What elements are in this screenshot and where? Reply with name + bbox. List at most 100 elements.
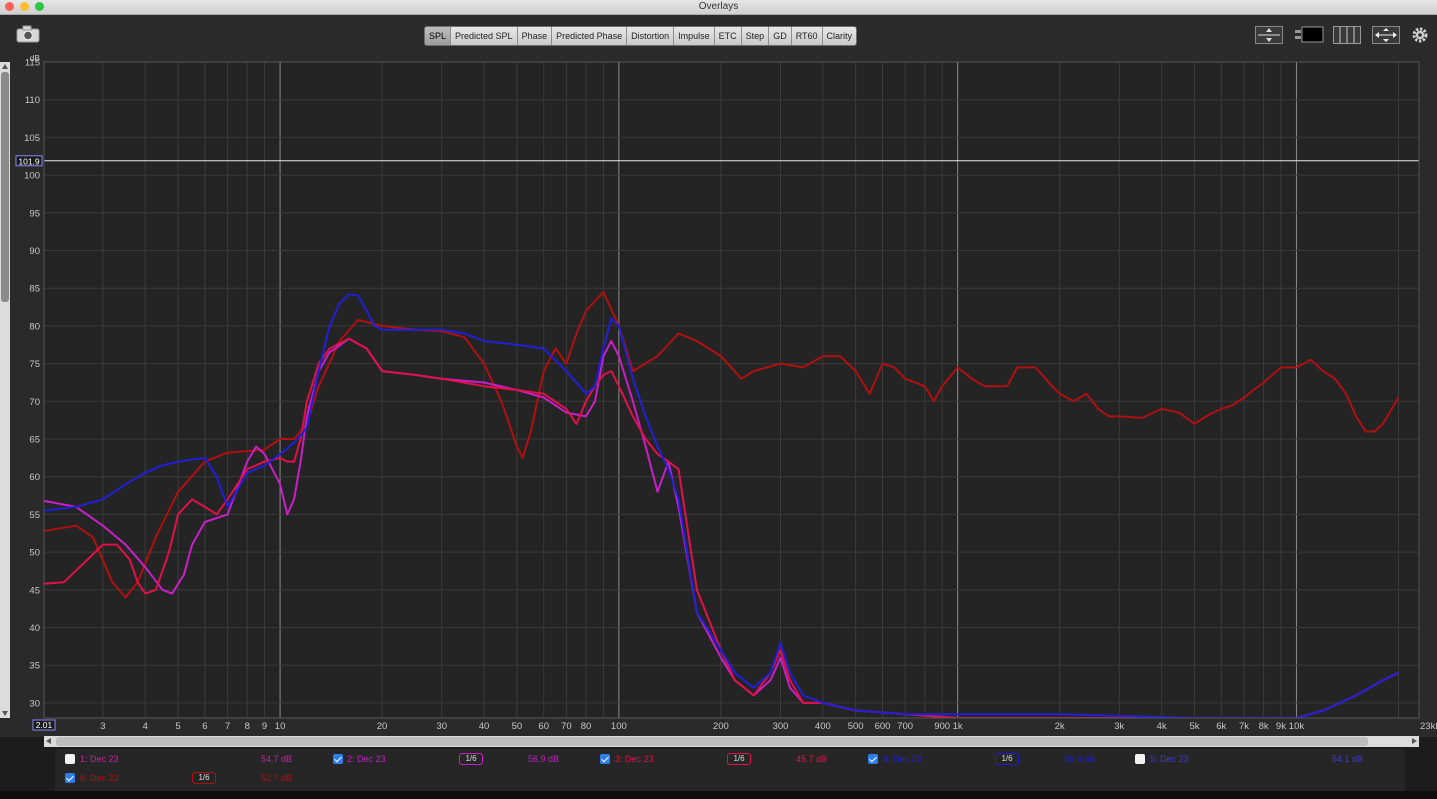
x-axis-labels: 3 4 5 6 7 8 9 10 20 30 40 50 60 70 80 100 200 300 400 500 60… <box>100 721 1437 732</box>
measurement-5-checkbox[interactable] <box>1135 754 1145 764</box>
y-tick-label: 50 <box>29 548 40 559</box>
measurement-2-level: 56.9 dB <box>528 754 560 764</box>
scroll-up-arrow-icon[interactable] <box>2 64 8 69</box>
cursor-level-readout: 101.9 <box>18 156 40 166</box>
x-tick-label: 9k <box>1276 721 1286 732</box>
tab-rt60[interactable]: RT60 <box>792 27 823 45</box>
y-tick-label: 100 <box>24 171 40 182</box>
measurement-6-checkbox[interactable] <box>65 773 75 783</box>
vertical-scrollbar[interactable] <box>0 62 10 718</box>
controls-toggle-icon[interactable] <box>1294 26 1324 44</box>
tab-spl[interactable]: SPL <box>425 27 452 45</box>
measurement-6-level: 52.7 dB <box>261 773 293 783</box>
measurement-3-checkbox[interactable] <box>600 754 610 764</box>
x-tick-label: 3k <box>1114 721 1124 732</box>
measurement-3-smoothing-button[interactable]: 1/6 <box>727 753 751 765</box>
toolbar: SPL Predicted SPL Phase Predicted Phase … <box>0 15 1437 55</box>
gear-icon[interactable] <box>1411 26 1429 44</box>
x-tick-label: 10k <box>1289 721 1305 732</box>
spl-chart[interactable]: 3035404550556065707580859095100105110115… <box>0 55 1437 737</box>
x-tick-label: 8 <box>245 721 250 732</box>
x-tick-label: 30 <box>436 721 447 732</box>
x-tick-label: 6 <box>202 721 207 732</box>
x-tick-label: 20 <box>377 721 388 732</box>
measurement-4-label[interactable]: 4: Dec 23 <box>883 752 922 766</box>
x-tick-label: 7 <box>225 721 230 732</box>
y-tick-label: 60 <box>29 472 40 483</box>
x-tick-label: 1k <box>953 721 963 732</box>
measurement-1-level: 54.7 dB <box>261 754 293 764</box>
fit-view-icon[interactable] <box>1372 26 1400 44</box>
tab-predicted-spl[interactable]: Predicted SPL <box>451 27 518 45</box>
y-tick-label: 90 <box>29 246 40 257</box>
tab-step[interactable]: Step <box>742 27 770 45</box>
x-tick-label: 9 <box>262 721 267 732</box>
measurement-5-level: 54.1 dB <box>1332 754 1364 764</box>
x-tick-label: 100 <box>611 721 627 732</box>
window-title: Overlays <box>698 1 739 12</box>
measurement-1-checkbox[interactable] <box>65 754 75 764</box>
vertical-scroll-thumb[interactable] <box>1 72 9 302</box>
tab-impulse[interactable]: Impulse <box>674 27 715 45</box>
x-tick-label: 200 <box>713 721 729 732</box>
x-tick-label: 3 <box>100 721 105 732</box>
measurement-5-label[interactable]: 5: Dec 23 <box>1150 752 1189 766</box>
x-tick-label: 5k <box>1189 721 1199 732</box>
x-tick-label: 10 <box>275 721 286 732</box>
x-tick-label: 6k <box>1216 721 1226 732</box>
y-tick-label: 85 <box>29 284 40 295</box>
y-tick-label: 110 <box>25 95 40 106</box>
tab-distortion[interactable]: Distortion <box>627 27 675 45</box>
measurement-2-checkbox[interactable] <box>333 754 343 764</box>
measurement-1-label[interactable]: 1: Dec 23 <box>80 752 119 766</box>
x-tick-label: 40 <box>479 721 490 732</box>
measurement-6-smoothing-button[interactable]: 1/6 <box>192 772 216 784</box>
measurement-4-smoothing-button[interactable]: 1/6 <box>995 753 1019 765</box>
y-tick-label: 95 <box>29 208 40 219</box>
x-tick-label: 60 <box>538 721 549 732</box>
x-tick-label: 70 <box>561 721 572 732</box>
camera-icon[interactable] <box>16 25 40 43</box>
x-tick-label: 80 <box>581 721 592 732</box>
y-tick-label: 105 <box>24 133 40 144</box>
y-axis-unit-label: dB <box>30 55 41 63</box>
x-tick-label: 500 <box>848 721 864 732</box>
plot-area: 30 35 40 45 50 55 60 65 70 75 80 85 90 95 100 105 110 115… <box>0 55 1437 737</box>
scroll-left-arrow-icon[interactable] <box>46 738 51 744</box>
y-tick-label: 70 <box>29 397 40 408</box>
y-tick-label: 35 <box>29 661 40 672</box>
x-tick-label: 300 <box>773 721 789 732</box>
measurement-legend: 1: Dec 23 54.7 dB 2: Dec 23 1/6 56.9 dB … <box>55 749 1405 791</box>
y-axis-limits-icon[interactable] <box>1255 26 1283 44</box>
measurement-3-level: 45.7 dB <box>796 754 828 764</box>
horizontal-scroll-thumb[interactable] <box>56 737 1368 746</box>
tab-phase[interactable]: Phase <box>518 27 553 45</box>
measurement-6-label[interactable]: 6: Dec 23 <box>80 771 119 785</box>
y-tick-label: 75 <box>29 359 40 370</box>
scroll-down-arrow-icon[interactable] <box>2 711 8 716</box>
x-tick-label: 23kHz <box>1420 721 1437 732</box>
tab-predicted-phase[interactable]: Predicted Phase <box>552 27 628 45</box>
tab-etc[interactable]: ETC <box>715 27 742 45</box>
x-tick-label: 8k <box>1259 721 1269 732</box>
tab-clarity[interactable]: Clarity <box>823 27 857 45</box>
y-tick-label: 45 <box>29 585 40 596</box>
x-tick-label: 700 <box>897 721 913 732</box>
measurement-3-label[interactable]: 3: Dec 23 <box>615 752 654 766</box>
graph-type-tabs: SPL Predicted SPL Phase Predicted Phase … <box>424 26 858 46</box>
cursor-frequency-readout: 2.01 <box>36 720 53 730</box>
x-tick-label: 900 <box>934 721 950 732</box>
horizontal-scrollbar[interactable] <box>44 736 1419 747</box>
y-tick-label: 80 <box>29 321 40 332</box>
grid-layout-icon[interactable] <box>1333 26 1361 44</box>
x-tick-label: 4 <box>143 721 148 732</box>
tab-gd[interactable]: GD <box>769 27 792 45</box>
x-tick-label: 600 <box>875 721 891 732</box>
scroll-right-arrow-icon[interactable] <box>1412 738 1417 744</box>
measurement-2-label[interactable]: 2: Dec 23 <box>347 752 386 766</box>
y-tick-label: 30 <box>29 698 40 709</box>
window-titlebar: Overlays <box>0 0 1437 15</box>
measurement-4-checkbox[interactable] <box>868 754 878 764</box>
x-tick-label: 50 <box>512 721 523 732</box>
measurement-2-smoothing-button[interactable]: 1/6 <box>459 753 483 765</box>
